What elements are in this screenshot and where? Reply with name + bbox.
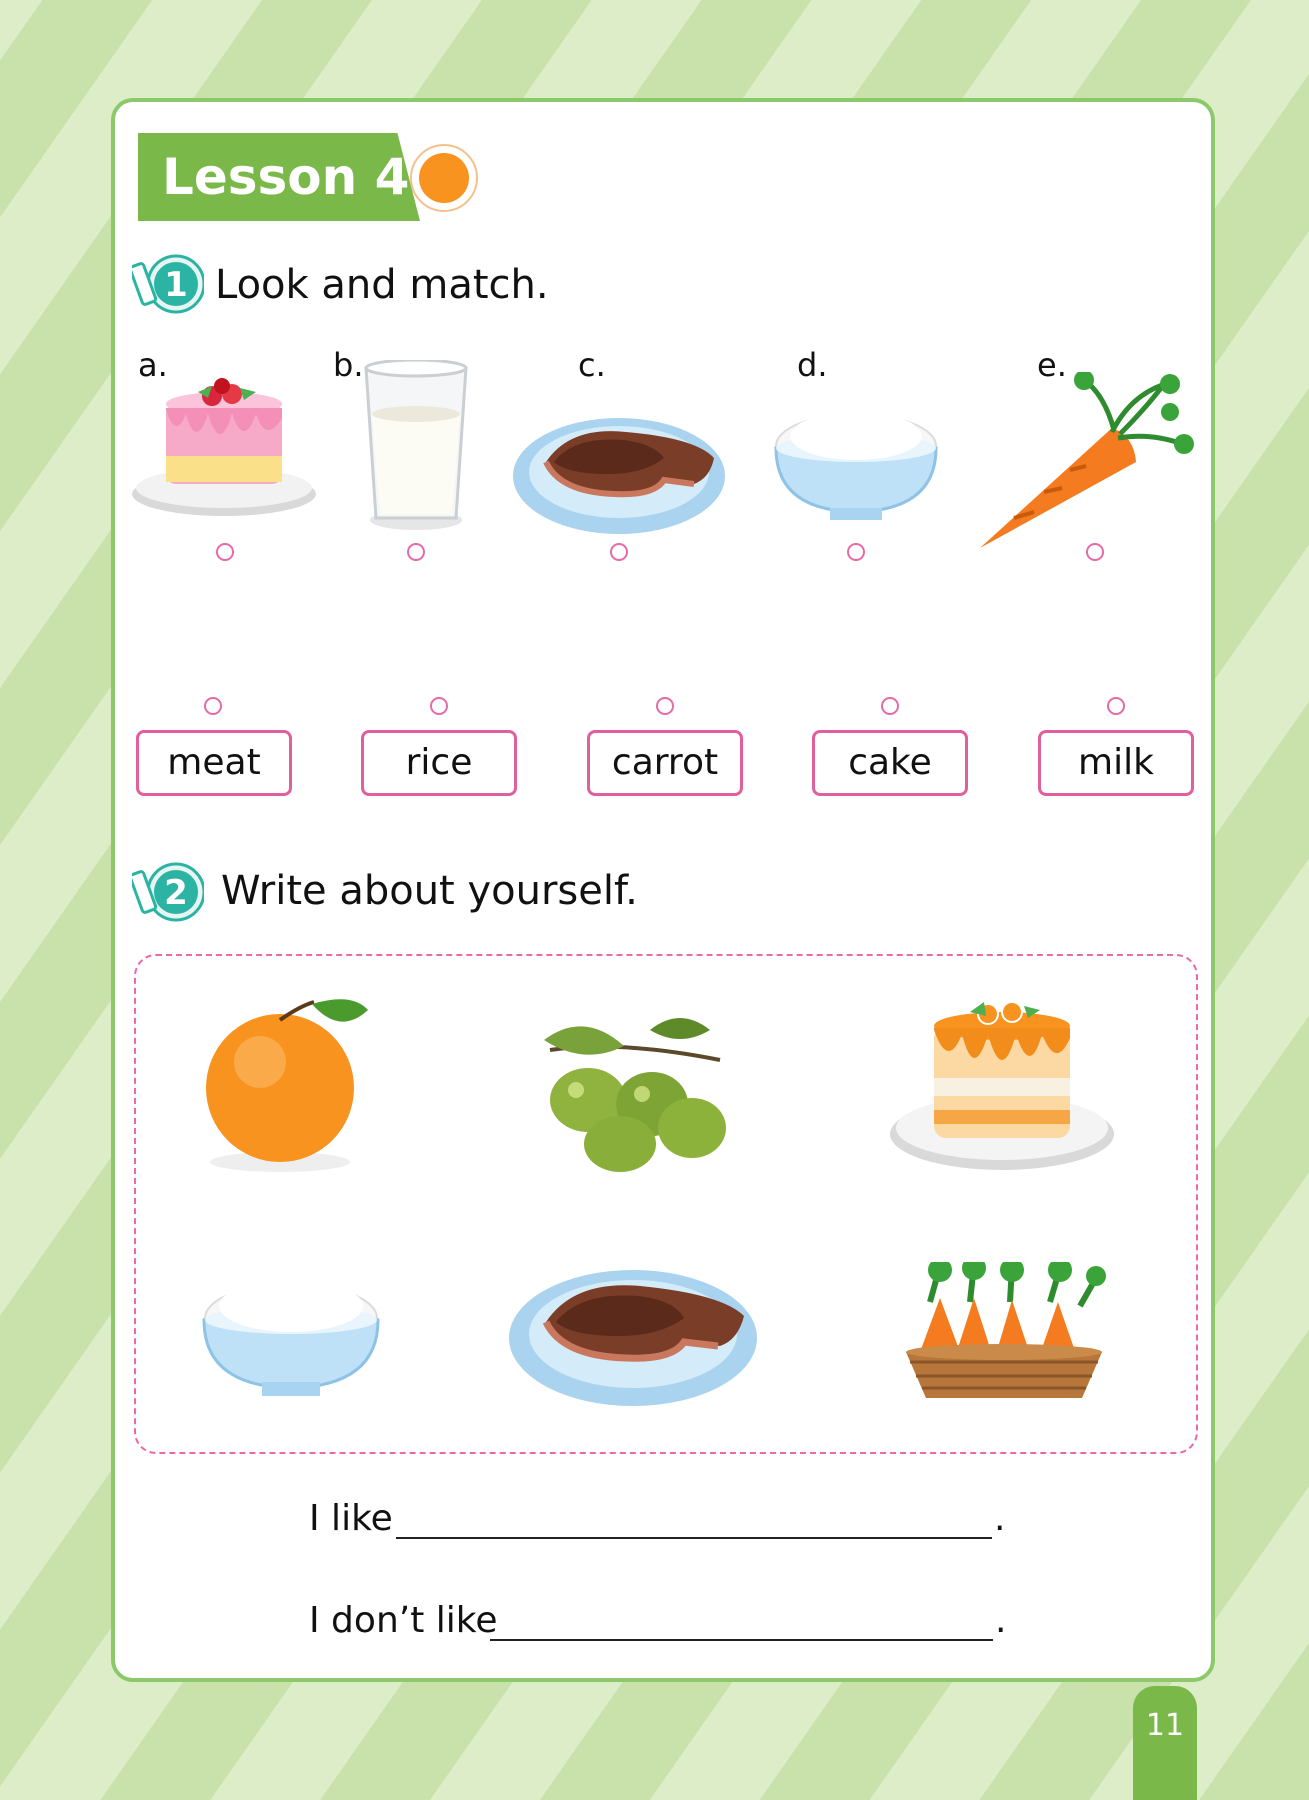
rice-bowl-icon-2 <box>202 1280 380 1396</box>
word-box-cake: cake <box>812 730 968 796</box>
word-dot-carrot[interactable] <box>656 697 674 715</box>
carrot-icon <box>980 372 1194 548</box>
word-box-rice: rice <box>361 730 517 796</box>
dont-like-period: . <box>995 1600 1007 1641</box>
meat-plate-icon-2 <box>509 1270 757 1406</box>
milk-glass-icon <box>364 360 468 530</box>
lesson-dot-icon <box>419 153 469 203</box>
orange-icon <box>206 999 368 1172</box>
picture-letter-b: b. <box>333 346 364 384</box>
sentence-dont-like-label: I don’t like <box>309 1600 498 1641</box>
dont-like-answer-line[interactable] <box>490 1639 993 1641</box>
word-dot-meat[interactable] <box>204 697 222 715</box>
match-dot-c[interactable] <box>610 543 628 561</box>
orange-cake-icon <box>890 1001 1114 1170</box>
word-dot-cake[interactable] <box>881 697 899 715</box>
match-dot-a[interactable] <box>216 543 234 561</box>
exercise-2-number: 2 <box>164 873 188 913</box>
like-answer-line[interactable] <box>396 1537 992 1539</box>
rice-bowl-icon <box>774 412 938 520</box>
exercise-2-badge-icon: 2 <box>132 862 204 922</box>
match-dot-d[interactable] <box>847 543 865 561</box>
exercise-1-number: 1 <box>164 265 188 305</box>
sentence-like-label: I like <box>309 1498 393 1539</box>
exercise-2-instruction: Write about yourself. <box>221 868 638 914</box>
word-dot-rice[interactable] <box>430 697 448 715</box>
carrot-basket-icon <box>906 1262 1106 1398</box>
picture-letter-d: d. <box>797 346 828 384</box>
word-box-carrot: carrot <box>587 730 743 796</box>
page-number: 11 <box>1133 1686 1197 1800</box>
match-dot-e[interactable] <box>1086 543 1104 561</box>
lesson-title: Lesson 4 <box>138 133 420 221</box>
match-dot-b[interactable] <box>407 543 425 561</box>
word-box-milk: milk <box>1038 730 1194 796</box>
like-period: . <box>994 1498 1006 1539</box>
pink-cake-icon <box>132 378 316 516</box>
picture-letter-c: c. <box>578 346 606 384</box>
meat-plate-icon <box>513 418 725 534</box>
olives-icon <box>544 1018 726 1172</box>
exercise-1-instruction: Look and match. <box>215 262 549 308</box>
word-dot-milk[interactable] <box>1107 697 1125 715</box>
word-box-meat: meat <box>136 730 292 796</box>
exercise-1-badge-icon: 1 <box>132 254 204 314</box>
